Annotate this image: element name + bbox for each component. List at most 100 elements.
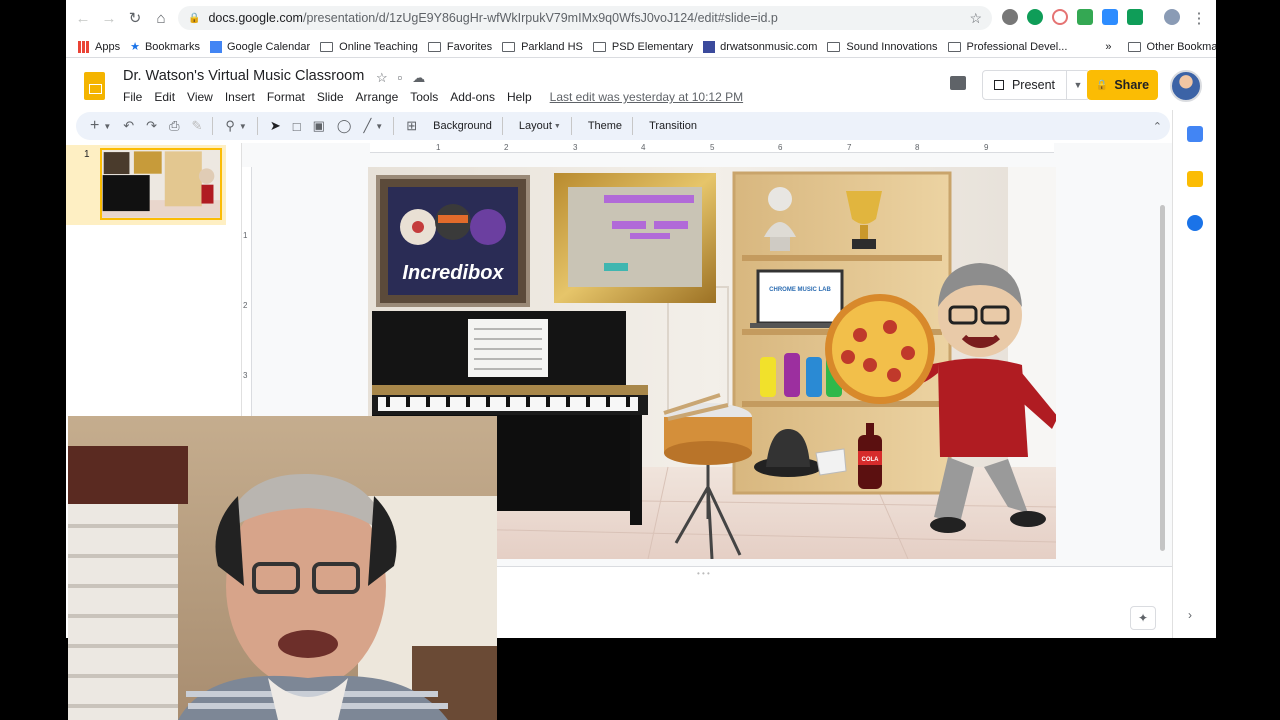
apps-grid-icon xyxy=(78,40,90,53)
present-main[interactable]: Present xyxy=(983,71,1067,99)
chevron-down-icon[interactable]: ▼ xyxy=(239,122,247,131)
side-panel xyxy=(1172,110,1216,638)
undo-icon[interactable]: ↶ xyxy=(123,118,134,134)
slide-thumbnail[interactable] xyxy=(100,148,222,220)
slide-thumbnail-image xyxy=(102,150,220,218)
line-icon[interactable]: ╱ xyxy=(363,118,371,134)
extension-icon-4[interactable] xyxy=(1077,9,1093,25)
bookmark-apps[interactable]: Apps xyxy=(78,40,121,53)
resize-grip-icon[interactable]: • • • xyxy=(697,569,710,578)
divider xyxy=(212,117,214,135)
select-cursor-icon[interactable]: ➤ xyxy=(270,118,281,134)
site-icon xyxy=(703,40,716,53)
account-avatar[interactable] xyxy=(1170,70,1202,102)
bookmark-parkland-hs[interactable]: Parkland HS xyxy=(502,41,583,53)
show-side-panel-icon[interactable]: › xyxy=(1188,608,1192,622)
url-field[interactable]: 🔒 docs.google.com/presentation/d/1zUgE9Y… xyxy=(178,6,992,30)
canvas-scrollbar[interactable] xyxy=(1160,205,1165,551)
new-slide-icon[interactable]: + xyxy=(90,117,99,135)
paint-format-icon[interactable]: ✎ xyxy=(191,118,202,134)
menu-insert[interactable]: Insert xyxy=(225,90,255,104)
bookmark-label: Sound Innovations xyxy=(846,40,938,53)
redo-icon[interactable]: ↷ xyxy=(146,118,157,134)
chevron-down-icon[interactable]: ▼ xyxy=(375,122,383,131)
ruler-tick: 5 xyxy=(710,143,715,152)
reload-icon[interactable]: ↻ xyxy=(122,5,148,31)
text-box-icon[interactable]: □ xyxy=(293,119,301,134)
keep-icon[interactable] xyxy=(1187,171,1203,187)
ruler-tick: 4 xyxy=(641,143,646,152)
bookmark-online-teaching[interactable]: Online Teaching xyxy=(320,41,418,53)
tasks-icon[interactable] xyxy=(1187,215,1203,231)
bookmark-favorites[interactable]: Favorites xyxy=(427,41,492,53)
add-comment-icon[interactable]: ⊞ xyxy=(406,118,417,134)
menu-edit[interactable]: Edit xyxy=(154,90,175,104)
bookmark-psd-elementary[interactable]: PSD Elementary xyxy=(592,41,693,53)
transition-button[interactable]: Transition xyxy=(649,120,697,132)
bookmark-label: Apps xyxy=(95,40,121,53)
layout-button[interactable]: Layout xyxy=(519,120,552,132)
profile-icon[interactable] xyxy=(1164,9,1180,25)
bookmarks-overflow-button[interactable]: » xyxy=(1105,41,1111,53)
ruler-tick: 3 xyxy=(243,371,248,380)
divider xyxy=(570,117,572,135)
theme-button[interactable]: Theme xyxy=(588,120,622,132)
home-icon[interactable]: ⌂ xyxy=(148,5,174,31)
menu-slide[interactable]: Slide xyxy=(317,90,344,104)
print-icon[interactable]: ⎙ xyxy=(169,118,179,134)
move-folder-icon[interactable]: ▫ xyxy=(398,70,403,86)
back-icon[interactable]: ← xyxy=(70,5,96,31)
menu-format[interactable]: Format xyxy=(267,90,305,104)
bookmark-label: Google Calendar xyxy=(226,40,311,53)
background-button[interactable]: Background xyxy=(433,120,492,132)
bookmark-sound-innovations[interactable]: Sound Innovations xyxy=(827,40,938,53)
presenter-video xyxy=(68,416,497,720)
ruler-tick: 2 xyxy=(243,301,248,310)
shape-icon[interactable]: ◯ xyxy=(337,118,352,134)
extension-icon-1[interactable] xyxy=(1002,9,1018,25)
menu-add-ons[interactable]: Add-ons xyxy=(450,90,495,104)
star-icon[interactable]: ☆ xyxy=(376,70,388,86)
share-button[interactable]: 🔒 Share xyxy=(1087,70,1158,100)
chrome-music-lab-label: CHROME MUSIC LAB xyxy=(769,287,831,293)
document-title[interactable]: Dr. Watson's Virtual Music Classroom xyxy=(123,68,364,84)
present-button[interactable]: Present ▼ xyxy=(982,70,1090,100)
forward-icon[interactable]: → xyxy=(96,5,122,31)
extension-icon-3[interactable] xyxy=(1052,9,1068,25)
url-host: docs.google.com xyxy=(208,11,303,25)
chevron-down-icon[interactable]: ▼ xyxy=(103,122,111,131)
image-icon[interactable]: ▣ xyxy=(313,118,325,134)
menu-tools[interactable]: Tools xyxy=(410,90,438,104)
menu-file[interactable]: File xyxy=(123,90,142,104)
extension-icon-2[interactable] xyxy=(1027,9,1043,25)
slides-logo[interactable] xyxy=(84,72,105,100)
extension-icon-6[interactable] xyxy=(1127,9,1143,25)
menu-arrange[interactable]: Arrange xyxy=(356,90,399,104)
present-dropdown-icon[interactable]: ▼ xyxy=(1067,80,1089,90)
last-edit-link[interactable]: Last edit was yesterday at 10:12 PM xyxy=(550,90,743,104)
ruler-tick: 1 xyxy=(243,231,248,240)
slide-number: 1 xyxy=(84,149,90,160)
chevron-down-icon[interactable]: ▼ xyxy=(554,123,561,130)
bookmark-other-bookmarks[interactable]: Other Bookmarks xyxy=(1127,41,1216,53)
bookmark-professional-devel[interactable]: Professional Devel... xyxy=(947,41,1067,53)
bookmark-drwatsonmusic[interactable]: drwatsonmusic.com xyxy=(703,40,818,53)
calendar-icon xyxy=(209,40,222,53)
incredibox-label: Incredibox xyxy=(402,262,504,284)
overflow-label: » xyxy=(1105,40,1112,53)
zoom-icon[interactable]: ⚲ xyxy=(225,118,235,134)
bookmark-star-icon[interactable]: ☆ xyxy=(969,10,982,27)
zoom-extension-icon[interactable] xyxy=(1102,9,1118,25)
collapse-toolbar-icon[interactable]: ⌃ xyxy=(1153,120,1162,133)
explore-button[interactable]: ✦ xyxy=(1130,606,1156,630)
menu-view[interactable]: View xyxy=(187,90,213,104)
calendar-icon[interactable] xyxy=(1187,126,1203,142)
menu-help[interactable]: Help xyxy=(507,90,532,104)
divider xyxy=(393,117,395,135)
bookmark-bookmarks[interactable]: ★ Bookmarks xyxy=(130,40,200,54)
comment-history-icon[interactable] xyxy=(950,76,966,90)
browser-menu-icon[interactable]: ⋮ xyxy=(1186,5,1212,31)
bookmark-google-calendar[interactable]: Google Calendar xyxy=(209,40,311,53)
bookmark-label: drwatsonmusic.com xyxy=(720,40,818,53)
cloud-status-icon[interactable]: ☁ xyxy=(412,70,425,86)
